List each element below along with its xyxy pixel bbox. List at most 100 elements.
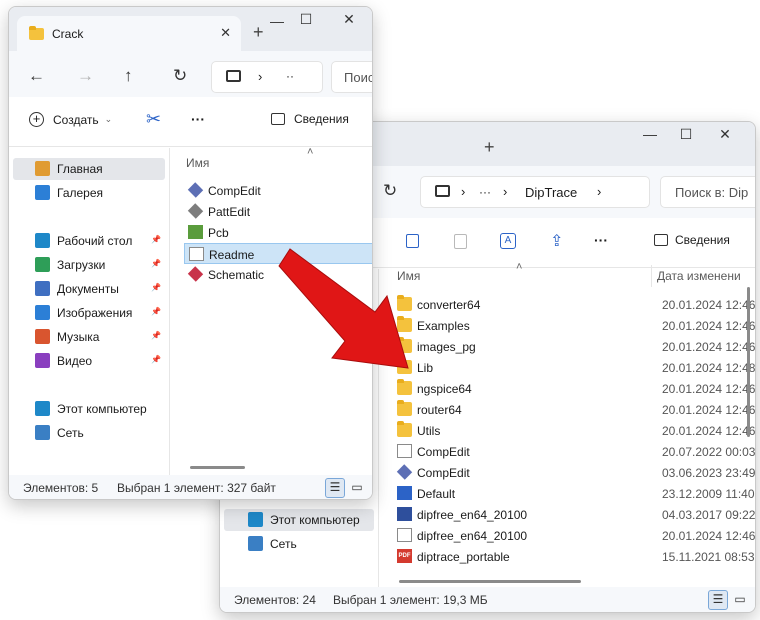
create-button[interactable]: + Создать ⌄ — [29, 112, 112, 127]
help-file-icon — [397, 444, 412, 458]
file-row[interactable]: PDF diptrace_portable 15.11.2021 08:53 — [393, 546, 755, 567]
file-row[interactable]: ngspice64 20.01.2024 12:46 — [393, 378, 755, 399]
maximize-button[interactable]: ☐ — [296, 11, 316, 28]
tiles-view-button[interactable]: ▭ — [347, 478, 367, 498]
file-row[interactable]: Default 23.12.2009 11:40 — [393, 483, 755, 504]
file-row[interactable]: PattEdit — [184, 201, 372, 222]
rename-icon[interactable]: A — [500, 233, 516, 249]
pcb-icon — [188, 225, 203, 239]
sidebar-item-music[interactable]: Музыка 📌 — [13, 326, 165, 348]
file-row[interactable]: dipfree_en64_20100 20.01.2024 12:46 — [393, 525, 755, 546]
file-row[interactable]: images_pg 20.01.2024 12:46 — [393, 336, 755, 357]
refresh-icon[interactable]: ↻ — [383, 181, 397, 201]
breadcrumb-diptrace[interactable]: DipTrace — [525, 185, 577, 200]
forward-icon: → — [77, 66, 94, 85]
up-icon[interactable]: ↑ — [124, 66, 133, 86]
file-row[interactable]: Readme — [184, 243, 372, 264]
search-input[interactable]: Поиск в: Dip — [660, 176, 755, 208]
paste-icon — [454, 234, 467, 249]
network-icon — [35, 425, 50, 440]
folder-icon — [397, 295, 412, 311]
file-row[interactable]: Utils 20.01.2024 12:46 — [393, 420, 755, 441]
sort-chevron-icon: ˄ — [516, 261, 523, 273]
sidebar-item-gallery[interactable]: Галерея — [13, 182, 165, 204]
refresh-icon[interactable]: ↻ — [173, 66, 187, 86]
file-row[interactable]: CompEdit 03.06.2023 23:49 — [393, 462, 755, 483]
tab-crack[interactable]: Crack ✕ — [17, 16, 241, 51]
breadcrumb-more[interactable]: ·· — [286, 69, 294, 83]
sidebar-item-downloads[interactable]: Загрузки 📌 — [13, 254, 165, 276]
documents-icon — [35, 281, 50, 296]
file-row[interactable]: Lib 20.01.2024 12:48 — [393, 357, 755, 378]
close-tab-icon[interactable]: ✕ — [220, 25, 231, 41]
close-window-button[interactable]: ✕ — [715, 126, 735, 143]
pin-icon: 📌 — [151, 331, 161, 340]
compedit-icon — [396, 464, 413, 480]
file-row[interactable]: dipfree_en64_20100 04.03.2017 09:22 — [393, 504, 755, 525]
tab-bar: Crack ✕ + — — ☐ ✕ — [9, 7, 372, 51]
chevron-right-icon: › — [461, 184, 466, 199]
details-button[interactable]: Сведения — [271, 112, 349, 126]
address-row: ← → ↑ ↻ › ·· Поис — [9, 51, 372, 103]
file-list: ˄ Имя Дата изменени converter64 20.01.202… — [379, 261, 755, 587]
new-tab-button[interactable]: + — [484, 138, 495, 156]
gallery-icon — [35, 185, 50, 200]
chevron-down-icon: ⌄ — [104, 114, 113, 124]
search-input[interactable]: Поис — [331, 61, 372, 93]
pictures-icon — [35, 305, 50, 320]
this-pc-icon — [435, 185, 450, 197]
minimize-button-2[interactable]: — — [267, 13, 287, 29]
horizontal-scrollbar[interactable] — [399, 580, 581, 583]
this-pc-icon — [248, 512, 263, 527]
details-button[interactable]: Сведения — [654, 233, 730, 247]
file-row[interactable]: converter64 20.01.2024 12:46 — [393, 294, 755, 315]
desktop-icon — [35, 233, 50, 248]
vertical-scrollbar[interactable] — [747, 287, 750, 437]
sidebar-item-video[interactable]: Видео 📌 — [13, 350, 165, 372]
back-icon[interactable]: ← — [28, 66, 45, 86]
file-row[interactable]: CompEdit — [184, 180, 372, 201]
column-header-name[interactable]: Имя — [397, 269, 420, 283]
plus-circle-icon: + — [29, 112, 44, 127]
sidebar-item-network[interactable]: Сеть — [13, 422, 165, 444]
column-header-date[interactable]: Дата изменени — [657, 269, 741, 283]
maximize-button[interactable]: ☐ — [676, 126, 696, 143]
sidebar-item-this-pc[interactable]: Этот компьютер — [13, 398, 165, 420]
chevron-right-icon: › — [258, 69, 263, 84]
pin-icon: 📌 — [151, 355, 161, 364]
sidebar-item-documents[interactable]: Документы 📌 — [13, 278, 165, 300]
file-row[interactable]: Examples 20.01.2024 12:46 — [393, 315, 755, 336]
details-view-button[interactable]: ☰ — [708, 590, 728, 610]
compedit-icon — [187, 182, 204, 198]
share-icon[interactable]: ⇪ — [550, 231, 563, 251]
sidebar-item-this-pc[interactable]: Этот компьютер — [224, 509, 374, 531]
navigation-pane: Главная Галерея Рабочий стол 📌 Загрузки 📌 Доку… — [9, 148, 167, 475]
selection-info: Выбран 1 элемент: 19,3 МБ — [333, 593, 488, 607]
file-row[interactable]: Pcb — [184, 222, 372, 243]
horizontal-scrollbar[interactable] — [190, 466, 245, 469]
copy-icon[interactable] — [406, 234, 419, 248]
new-tab-button[interactable]: + — [253, 23, 264, 41]
address-bar[interactable]: › ·· — [211, 61, 323, 93]
file-row[interactable]: router64 20.01.2024 12:46 — [393, 399, 755, 420]
text-file-icon — [397, 528, 412, 542]
sidebar-item-network[interactable]: Сеть — [224, 533, 374, 555]
column-header-name[interactable]: Имя — [186, 156, 209, 170]
column-divider[interactable] — [651, 265, 652, 287]
address-bar[interactable]: › ··· › DipTrace › — [420, 176, 650, 208]
more-options-button[interactable]: ··· — [191, 111, 205, 127]
sidebar-item-pictures[interactable]: Изображения 📌 — [13, 302, 165, 324]
sidebar-item-desktop[interactable]: Рабочий стол 📌 — [13, 230, 165, 252]
close-window-button[interactable]: ✕ — [339, 11, 359, 28]
more-options-button[interactable]: ··· — [594, 232, 608, 248]
tiles-view-button[interactable]: ▭ — [730, 590, 750, 610]
breadcrumb-more[interactable]: ··· — [479, 185, 491, 199]
details-view-button[interactable]: ☰ — [325, 478, 345, 498]
file-row[interactable]: CompEdit 20.07.2022 00:03 — [393, 441, 755, 462]
minimize-button[interactable]: — — [640, 126, 660, 142]
file-row[interactable]: Schematic — [184, 264, 372, 285]
sidebar-item-home[interactable]: Главная — [13, 158, 165, 180]
sort-chevron-icon: ˄ — [307, 146, 314, 158]
cut-icon[interactable]: ✂ — [146, 109, 161, 130]
explorer-window-crack: Crack ✕ + — — ☐ ✕ ← → ↑ ↻ › ·· Поис + Со… — [8, 6, 373, 500]
